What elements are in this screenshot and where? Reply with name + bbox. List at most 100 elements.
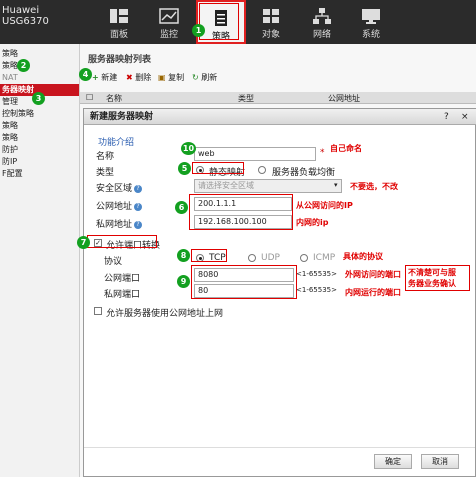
public-port-range: <1-65535> — [296, 270, 337, 278]
private-port-range: <1-65535> — [296, 286, 337, 294]
table-header: ☐ 名称 类型 公网地址 — [80, 92, 476, 104]
sidebar-item[interactable]: NAT — [0, 72, 79, 84]
objects-icon — [263, 9, 279, 23]
protocol-icmp-radio[interactable] — [300, 254, 308, 262]
monitor-icon — [362, 9, 380, 24]
new-button[interactable]: + 新建 — [92, 72, 117, 83]
column-name: 名称 — [106, 94, 122, 103]
delete-button-label: 删除 — [135, 73, 152, 82]
annotation-confirm: 不清楚可与服 务器业务确认 — [408, 267, 456, 289]
page-title: 服务器映射列表 — [88, 55, 152, 65]
nav-network[interactable]: 网络 — [297, 0, 347, 44]
refresh-button[interactable]: ↻ 刷新 — [192, 72, 217, 83]
type-loadbalance-radio[interactable] — [258, 166, 266, 174]
step-badge-10: 10 — [181, 142, 196, 155]
brand-logo: Huawei USG6370 — [2, 5, 49, 27]
sidebar-item[interactable]: 防护 — [0, 144, 79, 156]
brand-model: USG6370 — [2, 16, 49, 27]
column-public-address: 公网地址 — [328, 94, 360, 103]
nav-monitor-label: 监控 — [159, 30, 178, 40]
allow-public-internet-checkbox[interactable] — [94, 307, 102, 315]
annotation-confirm-line2: 务器业务确认 — [408, 279, 456, 288]
list-toolbar: + 新建 ✖ 删除 ▣ 复制 ↻ 刷新 — [80, 68, 476, 86]
highlight-box-port-translation — [87, 235, 157, 248]
protocol-udp-label: UDP — [261, 253, 280, 263]
brand-name: Huawei — [2, 5, 40, 16]
close-icon[interactable]: × — [461, 109, 469, 125]
new-button-label: 新建 — [101, 73, 118, 82]
step-badge-3: 3 — [32, 92, 45, 105]
refresh-icon: ↻ — [192, 73, 199, 82]
cancel-button[interactable]: 取消 — [421, 454, 459, 469]
column-type: 类型 — [238, 94, 254, 103]
protocol-udp-radio[interactable] — [248, 254, 256, 262]
highlight-box-tcp — [191, 249, 227, 262]
select-all-checkbox[interactable]: ☐ — [86, 93, 93, 102]
sidebar-item[interactable]: 防IP — [0, 156, 79, 168]
highlight-box-policy — [199, 3, 239, 40]
copy-icon: ▣ — [158, 73, 166, 82]
annotation-name: 自己命名 — [330, 144, 362, 153]
type-label: 类型 — [96, 168, 115, 178]
zone-select[interactable]: 请选择安全区域 — [194, 179, 342, 193]
ok-button[interactable]: 确定 — [374, 454, 412, 469]
step-badge-5: 5 — [178, 162, 191, 175]
required-mark: * — [320, 148, 325, 158]
feature-intro-link[interactable]: 功能介绍 — [98, 135, 134, 148]
dashboard-icon — [110, 9, 128, 23]
sidebar-item[interactable]: 策略 — [0, 132, 79, 144]
nav-network-label: 网络 — [312, 30, 331, 40]
step-badge-8: 8 — [177, 249, 190, 262]
highlight-box-addresses — [189, 194, 293, 230]
nav-system[interactable]: 系统 — [346, 0, 396, 44]
chart-icon — [159, 8, 179, 24]
allow-public-internet-label: 允许服务器使用公网地址上网 — [106, 309, 224, 319]
protocol-icmp-label: ICMP — [313, 253, 336, 263]
sidebar-item[interactable]: 策略 — [0, 120, 79, 132]
refresh-button-label: 刷新 — [201, 73, 218, 82]
step-badge-1: 1 — [192, 24, 205, 37]
copy-button[interactable]: ▣ 复制 — [158, 72, 184, 83]
zone-label-text: 安全区域 — [96, 184, 133, 194]
private-address-label-text: 私网地址 — [96, 220, 133, 230]
chevron-down-icon[interactable]: ▾ — [334, 181, 338, 189]
nav-dashboard[interactable]: 面板 — [94, 0, 144, 44]
nav-objects-label: 对象 — [261, 30, 280, 40]
step-badge-2: 2 — [17, 59, 30, 72]
sidebar-item[interactable]: F配置 — [0, 168, 79, 180]
network-icon — [313, 8, 331, 24]
highlight-box-ports — [191, 265, 297, 299]
delete-button[interactable]: ✖ 删除 — [126, 72, 151, 83]
nav-dashboard-label: 面板 — [109, 30, 128, 40]
annotation-public-ip: 从公网访问的IP — [296, 201, 353, 210]
annotation-confirm-line1: 不清楚可与服 — [408, 268, 456, 277]
public-address-label: 公网地址? — [96, 199, 143, 212]
step-badge-9: 9 — [177, 275, 190, 288]
dialog-title: 新建服务器映射 — [84, 109, 476, 125]
nav-objects[interactable]: 对象 — [246, 0, 296, 44]
annotation-private-ip: 内网的ip — [296, 218, 329, 227]
sidebar-item[interactable]: 策略 — [0, 60, 79, 72]
nav-monitor[interactable]: 监控 — [144, 0, 194, 44]
private-port-label: 私网端口 — [104, 290, 141, 300]
help-icon[interactable]: ? — [134, 202, 143, 211]
name-label: 名称 — [96, 152, 115, 162]
step-badge-6: 6 — [175, 201, 188, 214]
left-sidebar: 策略 策略 NAT 务器映射 管理 控制策略 策略 策略 防护 防IP F配置 — [0, 44, 80, 477]
step-badge-7: 7 — [77, 236, 90, 249]
name-input[interactable]: web — [194, 147, 316, 161]
public-port-label: 公网端口 — [104, 274, 141, 284]
help-icon[interactable]: ? — [444, 109, 449, 125]
help-icon[interactable]: ? — [134, 184, 143, 193]
protocol-label: 协议 — [104, 257, 123, 267]
annotation-public-port: 外网访问的端口 — [345, 270, 401, 279]
sidebar-item[interactable]: 控制策略 — [0, 108, 79, 120]
delete-icon: ✖ — [126, 73, 133, 82]
help-icon[interactable]: ? — [134, 220, 143, 229]
plus-icon: + — [92, 73, 99, 82]
sidebar-item[interactable]: 策略 — [0, 48, 79, 60]
highlight-box-static — [192, 162, 244, 174]
private-address-label: 私网地址? — [96, 217, 143, 230]
public-address-label-text: 公网地址 — [96, 202, 133, 212]
dialog-footer-divider — [84, 447, 475, 448]
